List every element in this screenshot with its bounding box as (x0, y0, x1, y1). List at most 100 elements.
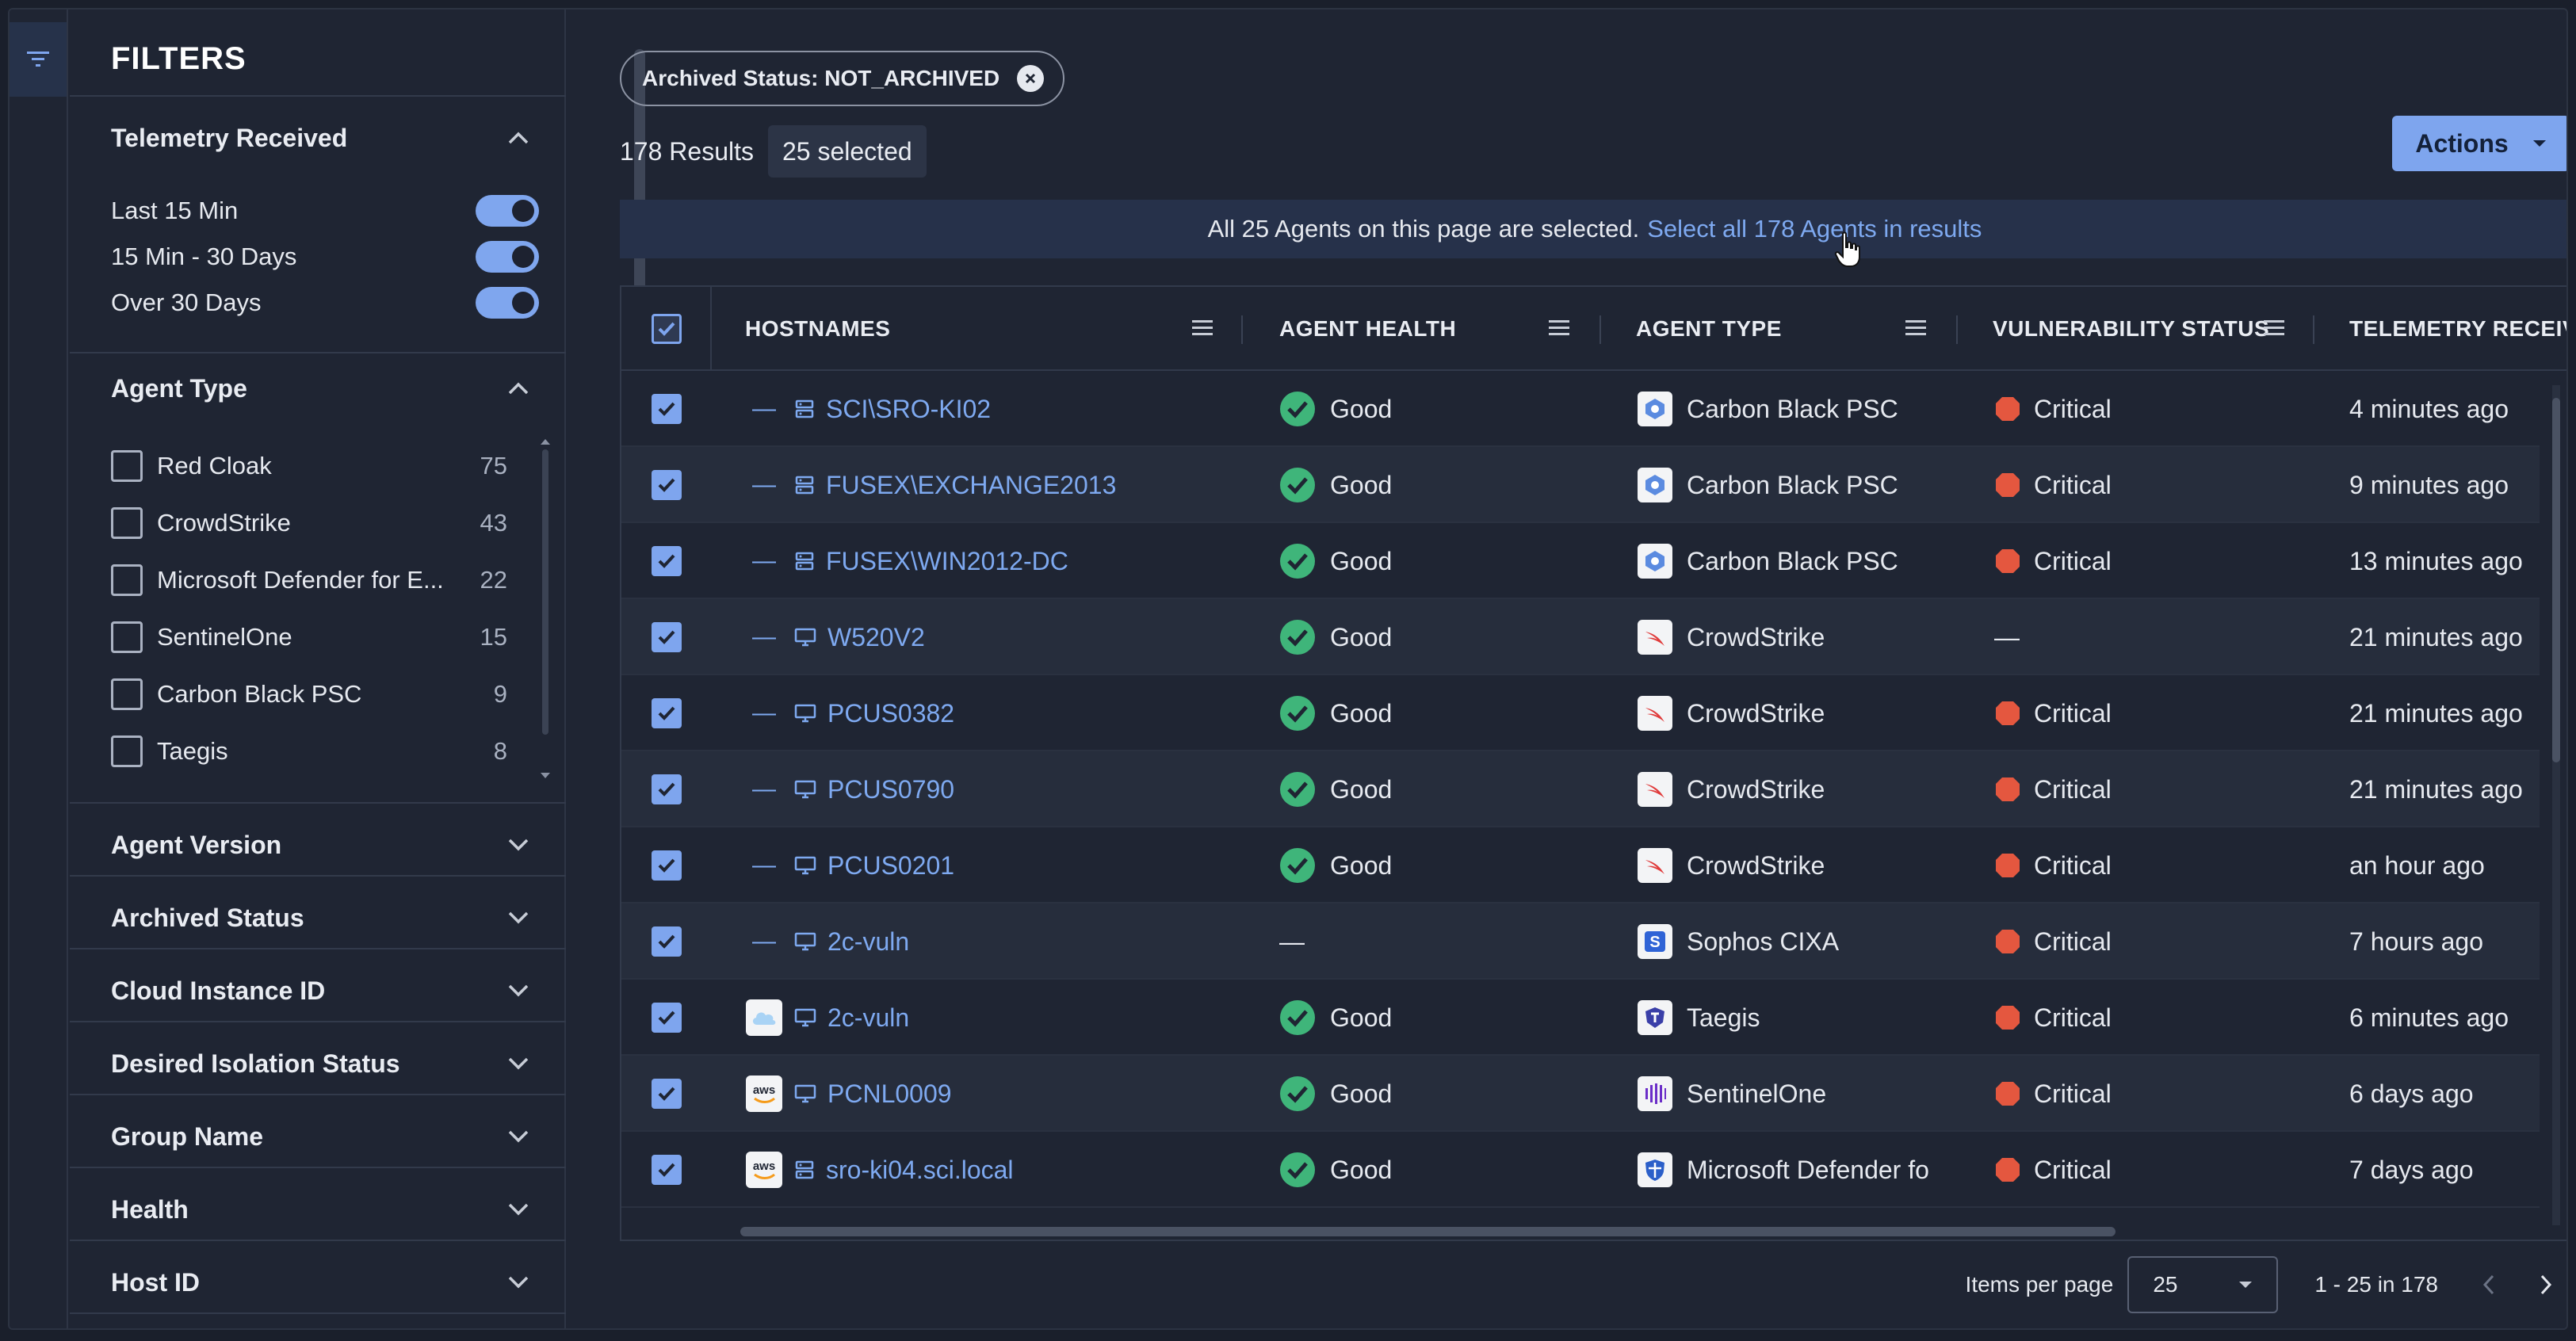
checkbox[interactable] (111, 507, 143, 539)
table-vertical-scroll-thumb[interactable] (2552, 398, 2560, 762)
column-menu-icon[interactable] (1192, 319, 1214, 338)
filter-chip-archived-status[interactable]: Archived Status: NOT_ARCHIVED (620, 51, 1065, 106)
next-page-button[interactable] (2522, 1261, 2566, 1309)
chevron-up-icon[interactable] (506, 125, 531, 151)
chevron-down-icon[interactable] (506, 978, 531, 1003)
agent-type-option-red-cloak[interactable]: Red Cloak 75 (111, 449, 507, 483)
chevron-down-icon[interactable] (506, 1197, 531, 1222)
column-separator[interactable] (1241, 315, 1243, 344)
section-group-name[interactable]: Group Name (111, 1121, 531, 1152)
hostname-link[interactable]: W520V2 (827, 623, 925, 652)
chevron-up-icon[interactable] (506, 376, 531, 401)
filter-icon (27, 52, 49, 67)
section-archived-status[interactable]: Archived Status (111, 902, 531, 934)
table-row[interactable]: — PCUS0790 Good CrowdStrike Critical 21 … (621, 751, 2540, 827)
filter-toggle-button[interactable] (10, 22, 67, 97)
toggle-switch[interactable] (476, 241, 539, 273)
chevron-down-icon[interactable] (506, 1124, 531, 1149)
cloud-provider-cell: — (745, 827, 783, 904)
section-agent-version[interactable]: Agent Version (111, 829, 531, 861)
agent-type-scrollbar[interactable] (542, 449, 548, 735)
chevron-down-icon[interactable] (506, 1270, 531, 1295)
vulnerability-value: Critical (2034, 774, 2112, 804)
chevron-down-icon[interactable] (506, 1051, 531, 1076)
hostname-link[interactable]: PCUS0382 (827, 699, 954, 728)
table-horizontal-scroll-thumb[interactable] (740, 1227, 2115, 1236)
row-checkbox[interactable] (652, 470, 682, 500)
table-row[interactable]: — FUSEX\EXCHANGE2013 Good Carbon Black P… (621, 447, 2540, 523)
agent-type-option-sentinelone[interactable]: SentinelOne 15 (111, 620, 507, 655)
row-checkbox[interactable] (652, 850, 682, 881)
section-telemetry-received[interactable]: Telemetry Received (111, 122, 531, 154)
column-menu-icon[interactable] (1549, 319, 1571, 338)
checkbox[interactable] (111, 564, 143, 596)
section-health[interactable]: Health (111, 1194, 531, 1225)
column-header-agent-health[interactable]: AGENT HEALTH (1279, 287, 1456, 371)
hostname-link[interactable]: FUSEX\WIN2012-DC (826, 547, 1068, 576)
column-menu-icon[interactable] (2264, 319, 2286, 338)
column-separator[interactable] (1956, 315, 1958, 344)
vulnerability-status-cell: Critical (1994, 371, 2112, 447)
row-checkbox[interactable] (652, 774, 682, 804)
agent-type-option-defender[interactable]: Microsoft Defender for E... 22 (111, 563, 507, 598)
table-row[interactable]: — FUSEX\WIN2012-DC Good Carbon Black PSC… (621, 523, 2540, 599)
table-row[interactable]: aws PCNL0009 Good SentinelOne Critical 6… (621, 1056, 2540, 1132)
agent-type-option-crowdstrike[interactable]: CrowdStrike 43 (111, 506, 507, 541)
hostname-link[interactable]: SCI\SRO-KI02 (826, 395, 991, 424)
row-checkbox[interactable] (652, 698, 682, 728)
items-per-page-select[interactable]: 25 (2127, 1256, 2279, 1313)
section-host-id[interactable]: Host ID (111, 1266, 531, 1298)
column-header-vulnerability-status[interactable]: VULNERABILITY STATUS (1993, 287, 2269, 371)
table-row[interactable]: — SCI\SRO-KI02 Good Carbon Black PSC Cri… (621, 371, 2540, 447)
row-checkbox[interactable] (652, 1155, 682, 1185)
checkbox[interactable] (111, 678, 143, 710)
row-checkbox[interactable] (652, 1079, 682, 1109)
hostname-link[interactable]: 2c-vuln (827, 1003, 909, 1033)
scroll-up-arrow-icon[interactable] (539, 437, 552, 445)
hostname-link[interactable]: PCNL0009 (827, 1079, 952, 1109)
column-header-agent-type[interactable]: AGENT TYPE (1636, 287, 1782, 371)
row-checkbox[interactable] (652, 394, 682, 424)
close-icon[interactable] (1017, 65, 1045, 92)
hostname-link[interactable]: PCUS0201 (827, 851, 954, 881)
section-desired-isolation-status[interactable]: Desired Isolation Status (111, 1048, 531, 1079)
chevron-down-icon[interactable] (506, 905, 531, 930)
row-checkbox[interactable] (652, 622, 682, 652)
select-all-checkbox[interactable] (652, 314, 682, 344)
agent-type-option-carbon-black[interactable]: Carbon Black PSC 9 (111, 677, 507, 712)
checkbox[interactable] (111, 621, 143, 653)
row-checkbox[interactable] (652, 546, 682, 576)
column-separator[interactable] (2313, 315, 2314, 344)
actions-button[interactable]: Actions (2392, 116, 2566, 171)
toggle-15-min-30-days[interactable]: 15 Min - 30 Days (111, 239, 539, 274)
column-header-telemetry-received[interactable]: TELEMETRY RECEIV (2349, 287, 2566, 371)
table-row[interactable]: — PCUS0201 Good CrowdStrike Critical an … (621, 827, 2540, 904)
checkbox[interactable] (111, 450, 143, 482)
table-row[interactable]: — 2c-vuln — S Sophos CIXA Critical 7 hou… (621, 904, 2540, 980)
table-row[interactable]: — PCUS0382 Good CrowdStrike Critical 21 … (621, 675, 2540, 751)
column-menu-icon[interactable] (1905, 319, 1928, 338)
row-checkbox[interactable] (652, 926, 682, 957)
toggle-over-30-days[interactable]: Over 30 Days (111, 285, 539, 320)
previous-page-button[interactable] (2465, 1261, 2513, 1309)
table-row[interactable]: — W520V2 Good CrowdStrike — 21 minutes a… (621, 599, 2540, 675)
column-header-hostnames[interactable]: HOSTNAMES (745, 287, 890, 371)
select-all-link[interactable]: Select all 178 Agents in results (1647, 215, 1982, 243)
hostname-link[interactable]: 2c-vuln (827, 927, 909, 957)
hostname-link[interactable]: FUSEX\EXCHANGE2013 (826, 471, 1116, 500)
column-separator[interactable] (1599, 315, 1601, 344)
table-row[interactable]: 2c-vuln Good Taegis Critical 6 minutes a… (621, 980, 2540, 1056)
hostname-link[interactable]: sro-ki04.sci.local (826, 1156, 1014, 1185)
toggle-switch[interactable] (476, 287, 539, 319)
section-cloud-instance-id[interactable]: Cloud Instance ID (111, 975, 531, 1007)
row-checkbox[interactable] (652, 1003, 682, 1033)
chevron-down-icon[interactable] (506, 832, 531, 858)
scroll-down-arrow-icon[interactable] (539, 772, 552, 780)
section-agent-type[interactable]: Agent Type (111, 372, 531, 404)
agent-type-option-taegis[interactable]: Taegis 8 (111, 734, 507, 769)
toggle-last-15-min[interactable]: Last 15 Min (111, 193, 539, 228)
table-row[interactable]: aws sro-ki04.sci.local Good Microsoft De… (621, 1132, 2540, 1208)
toggle-switch[interactable] (476, 195, 539, 227)
hostname-link[interactable]: PCUS0790 (827, 775, 954, 804)
checkbox[interactable] (111, 735, 143, 767)
